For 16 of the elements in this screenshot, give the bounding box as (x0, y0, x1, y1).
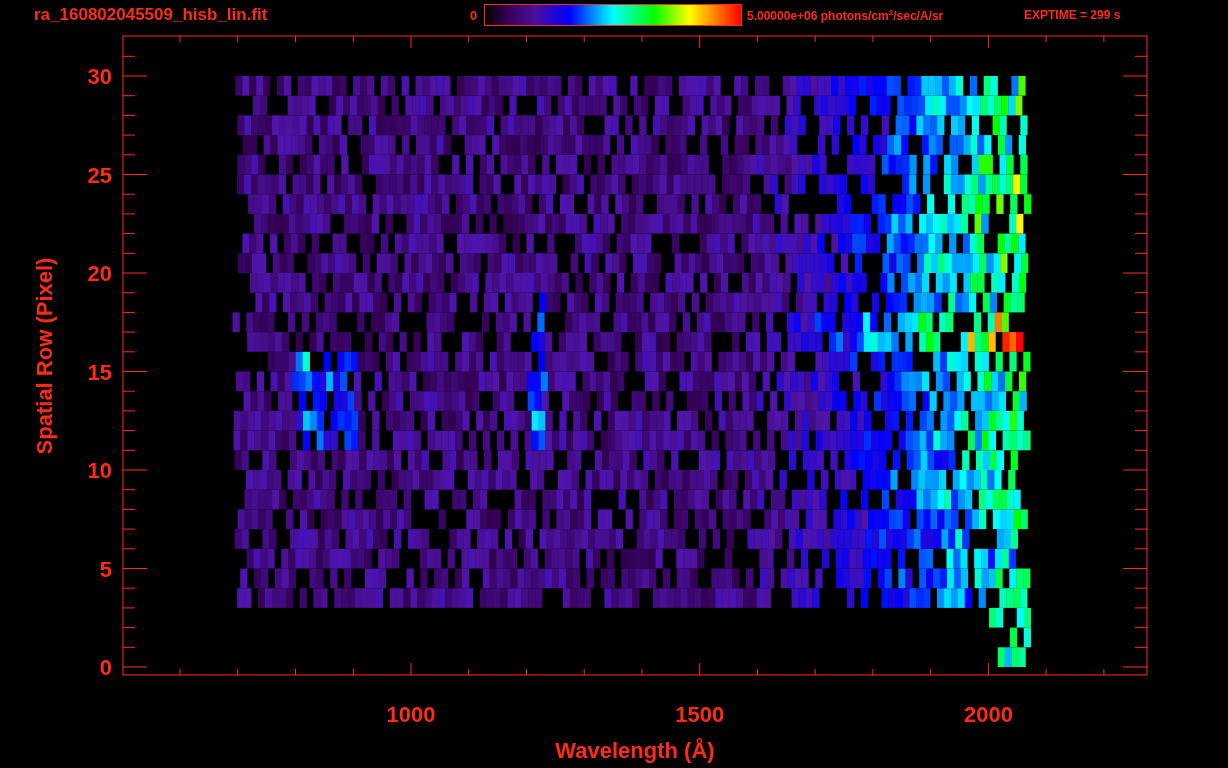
y-tick-label: 30 (87, 64, 112, 89)
x-tick-label: 1500 (675, 702, 725, 727)
colorbar-max-label: 5.00000e+06 photons/cm$^{2}$/sec/A/sr (746, 7, 945, 23)
y-tick-label: 10 (87, 458, 112, 483)
y-tick-label: 25 (87, 162, 112, 188)
y-tick-label: 20 (87, 261, 112, 286)
exposure-time-label: EXPTIME = 299 s (1024, 8, 1122, 22)
x-tick-label: 2000 (963, 702, 1013, 727)
x-tick-label: 1000 (386, 702, 436, 727)
y-tick-label: 5 (99, 556, 112, 582)
y-axis-label: Spatial Row (Pixel) (32, 257, 57, 455)
plot-title: ra_160802045509_hisb_lin.fit (34, 5, 269, 25)
y-tick-label: 15 (87, 359, 112, 385)
colorbar-min-label: 0 (470, 7, 479, 23)
x-axis-label: Wavelength (Å) (555, 738, 715, 763)
y-tick-label: 0 (99, 655, 112, 680)
